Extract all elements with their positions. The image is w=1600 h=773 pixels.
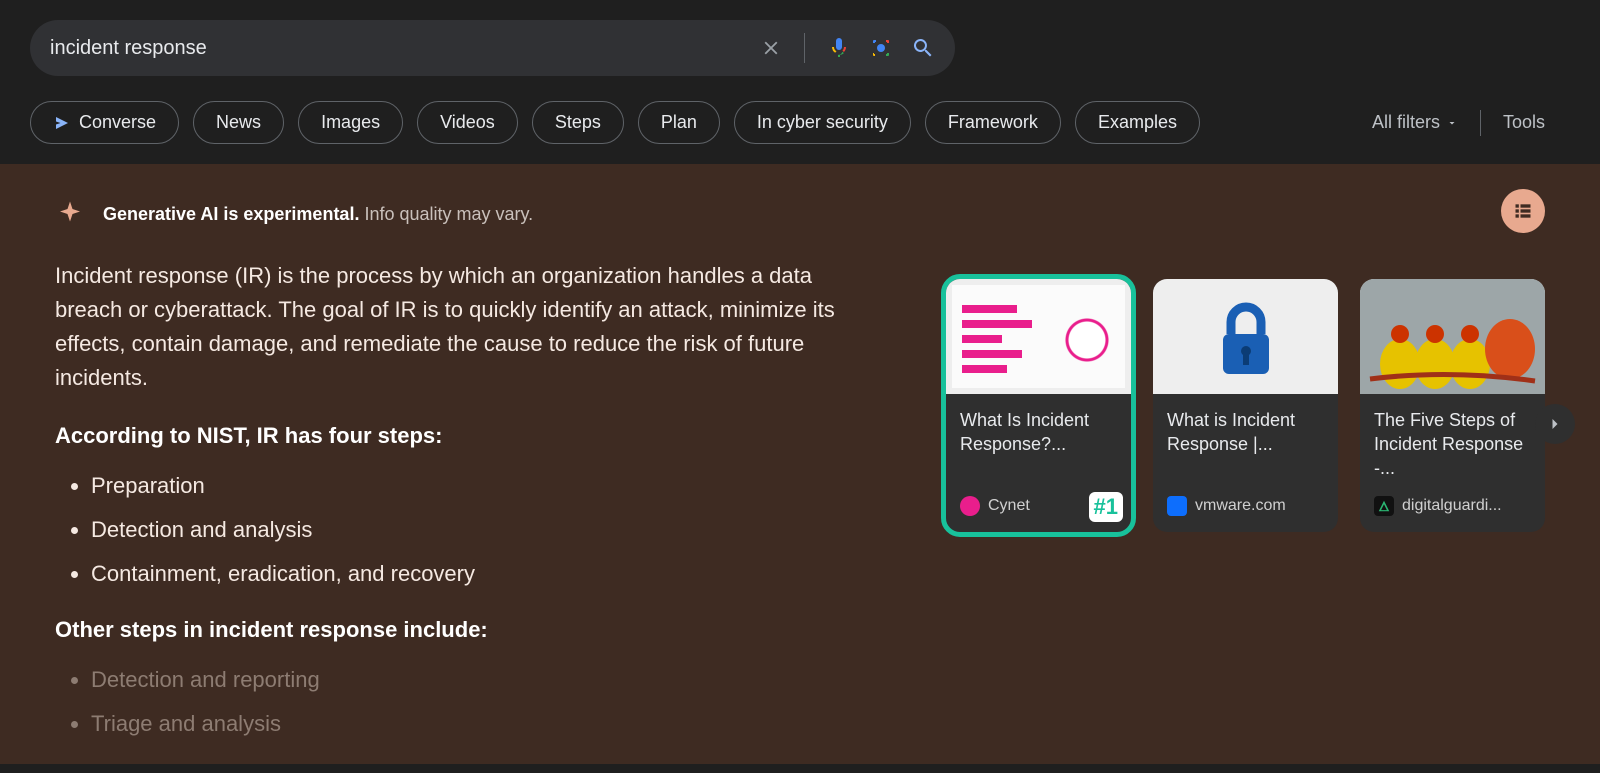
rank-badge: #1 [1089, 492, 1123, 522]
ai-summary-text: Incident response (IR) is the process by… [55, 259, 881, 763]
lock-icon [1153, 279, 1338, 394]
ai-disclaimer: Generative AI is experimental. Info qual… [103, 204, 533, 225]
filter-chips-row: Converse News Images Videos Steps Plan I… [30, 101, 1600, 144]
card-thumbnail [1360, 279, 1545, 394]
chip-videos[interactable]: Videos [417, 101, 518, 144]
source-card-2[interactable]: What is Incident Response |... vmware.co… [1153, 279, 1338, 532]
search-bar [30, 20, 955, 76]
list-item: Preparation [91, 469, 881, 503]
all-filters-label: All filters [1372, 112, 1440, 133]
converse-icon [53, 114, 71, 132]
toggle-view-button[interactable] [1501, 189, 1545, 233]
ai-disclaimer-bold: Generative AI is experimental. [103, 204, 359, 224]
list-heading-2: Other steps in incident response include… [55, 613, 881, 647]
list-item: Detection and reporting [91, 663, 881, 697]
source-card-3[interactable]: The Five Steps of Incident Response -...… [1360, 279, 1545, 532]
firefighters-image [1360, 279, 1545, 394]
carousel-next-button[interactable] [1535, 404, 1575, 444]
source-card-1[interactable]: What Is Incident Response?... Cynet #1 [946, 279, 1131, 532]
mic-icon[interactable] [827, 36, 851, 60]
list-item: Containment, eradication, and recovery [91, 557, 881, 591]
chip-label: Images [321, 112, 380, 133]
steps-list-2: Detection and reporting Triage and analy… [55, 663, 881, 741]
source-favicon [1374, 496, 1394, 516]
card-title: The Five Steps of Incident Response -... [1374, 408, 1531, 482]
card-source-label: digitalguardi... [1402, 497, 1502, 515]
separator [1480, 110, 1481, 136]
steps-list-1: Preparation Detection and analysis Conta… [55, 469, 881, 591]
summary-paragraph: Incident response (IR) is the process by… [55, 259, 881, 395]
chip-label: News [216, 112, 261, 133]
card-source-label: Cynet [988, 497, 1030, 515]
card-title: What is Incident Response |... [1167, 408, 1324, 482]
lens-icon[interactable] [869, 36, 893, 60]
source-favicon [960, 496, 980, 516]
list-icon [1513, 201, 1533, 221]
chip-converse[interactable]: Converse [30, 101, 179, 144]
chip-plan[interactable]: Plan [638, 101, 720, 144]
list-item: Triage and analysis [91, 707, 881, 741]
source-cards-carousel: What Is Incident Response?... Cynet #1 [946, 279, 1545, 532]
search-input[interactable] [50, 37, 760, 60]
card-title: What Is Incident Response?... [960, 408, 1117, 482]
sparkle-icon [55, 199, 85, 229]
card-thumbnail [946, 279, 1131, 394]
chip-label: Examples [1098, 112, 1177, 133]
chip-label: Framework [948, 112, 1038, 133]
ai-overview-panel: Generative AI is experimental. Info qual… [0, 164, 1600, 764]
clear-icon[interactable] [760, 37, 782, 59]
ai-disclaimer-rest: Info quality may vary. [359, 204, 533, 224]
chip-news[interactable]: News [193, 101, 284, 144]
chevron-right-icon [1545, 414, 1565, 434]
chip-examples[interactable]: Examples [1075, 101, 1200, 144]
search-icon[interactable] [911, 36, 935, 60]
chip-images[interactable]: Images [298, 101, 403, 144]
chip-steps[interactable]: Steps [532, 101, 624, 144]
card-thumbnail [1153, 279, 1338, 394]
source-favicon [1167, 496, 1187, 516]
chip-label: Videos [440, 112, 495, 133]
list-item: Detection and analysis [91, 513, 881, 547]
chip-label: Steps [555, 112, 601, 133]
chip-cyber[interactable]: In cyber security [734, 101, 911, 144]
all-filters-button[interactable]: All filters [1372, 112, 1458, 133]
chip-framework[interactable]: Framework [925, 101, 1061, 144]
tools-button[interactable]: Tools [1503, 112, 1545, 133]
chip-label: Plan [661, 112, 697, 133]
card-source-label: vmware.com [1195, 497, 1286, 515]
list-heading-1: According to NIST, IR has four steps: [55, 419, 881, 453]
separator [804, 33, 805, 63]
chip-label: Converse [79, 112, 156, 133]
chevron-down-icon [1446, 117, 1458, 129]
chip-label: In cyber security [757, 112, 888, 133]
